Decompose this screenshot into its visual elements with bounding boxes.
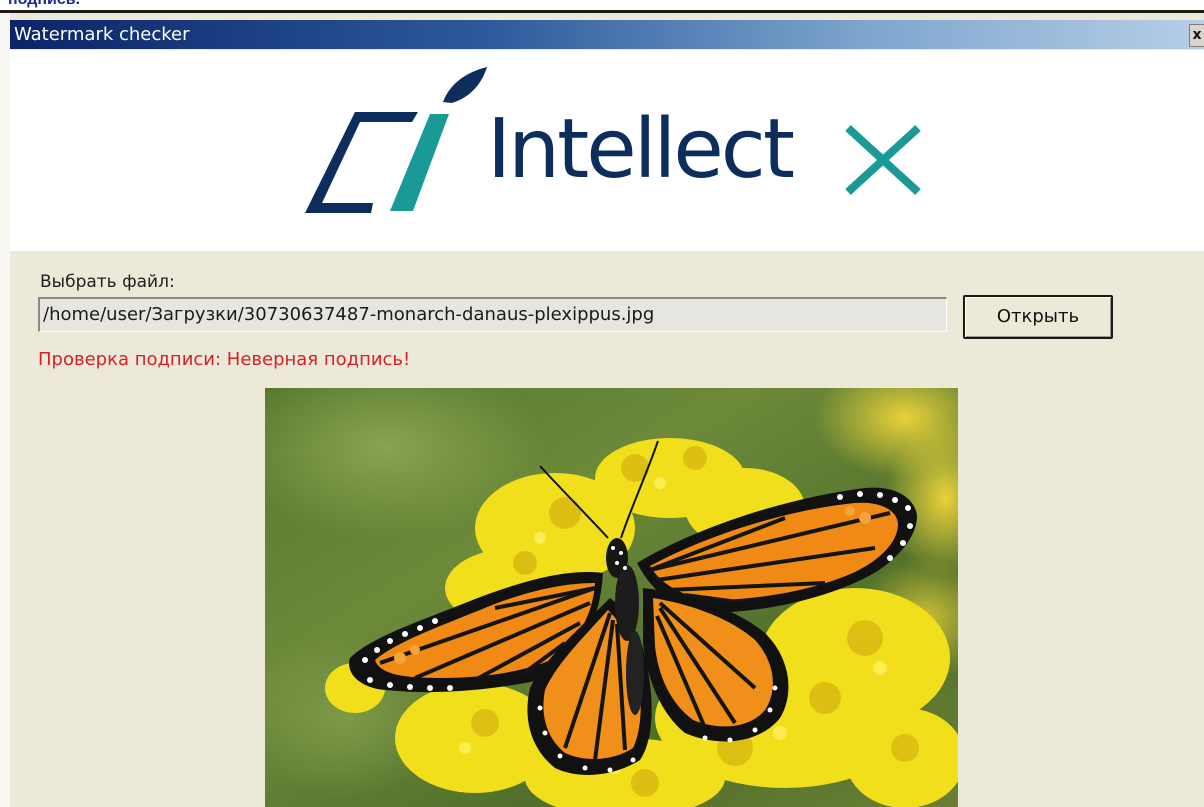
file-picker-label: Выбрать файл: bbox=[40, 272, 175, 292]
image-preview bbox=[265, 388, 958, 807]
watermark-checker-window: Watermark checker x Intellect Выбрать фа… bbox=[0, 13, 1204, 807]
clipped-caption: подпись. bbox=[0, 0, 1204, 10]
file-path-field[interactable]: /home/user/Загрузки/30730637487-monarch-… bbox=[38, 297, 947, 332]
window-left-edge bbox=[0, 13, 10, 807]
monarch-butterfly-image bbox=[265, 388, 958, 807]
logo-wordmark: Intellect bbox=[487, 102, 795, 197]
logo-panel: Intellect bbox=[10, 50, 1204, 251]
intellectx-logo-mark-icon bbox=[305, 67, 487, 213]
close-icon: x bbox=[1192, 27, 1202, 43]
logo-x-letter bbox=[845, 125, 921, 195]
title-bar[interactable]: Watermark checker x bbox=[10, 20, 1204, 49]
close-button[interactable]: x bbox=[1189, 24, 1204, 47]
window-title: Watermark checker bbox=[14, 24, 190, 45]
clipped-caption-text: подпись. bbox=[8, 0, 80, 9]
open-button[interactable]: Открыть bbox=[963, 295, 1113, 339]
signature-status: Проверка подписи: Неверная подпись! bbox=[38, 349, 411, 370]
